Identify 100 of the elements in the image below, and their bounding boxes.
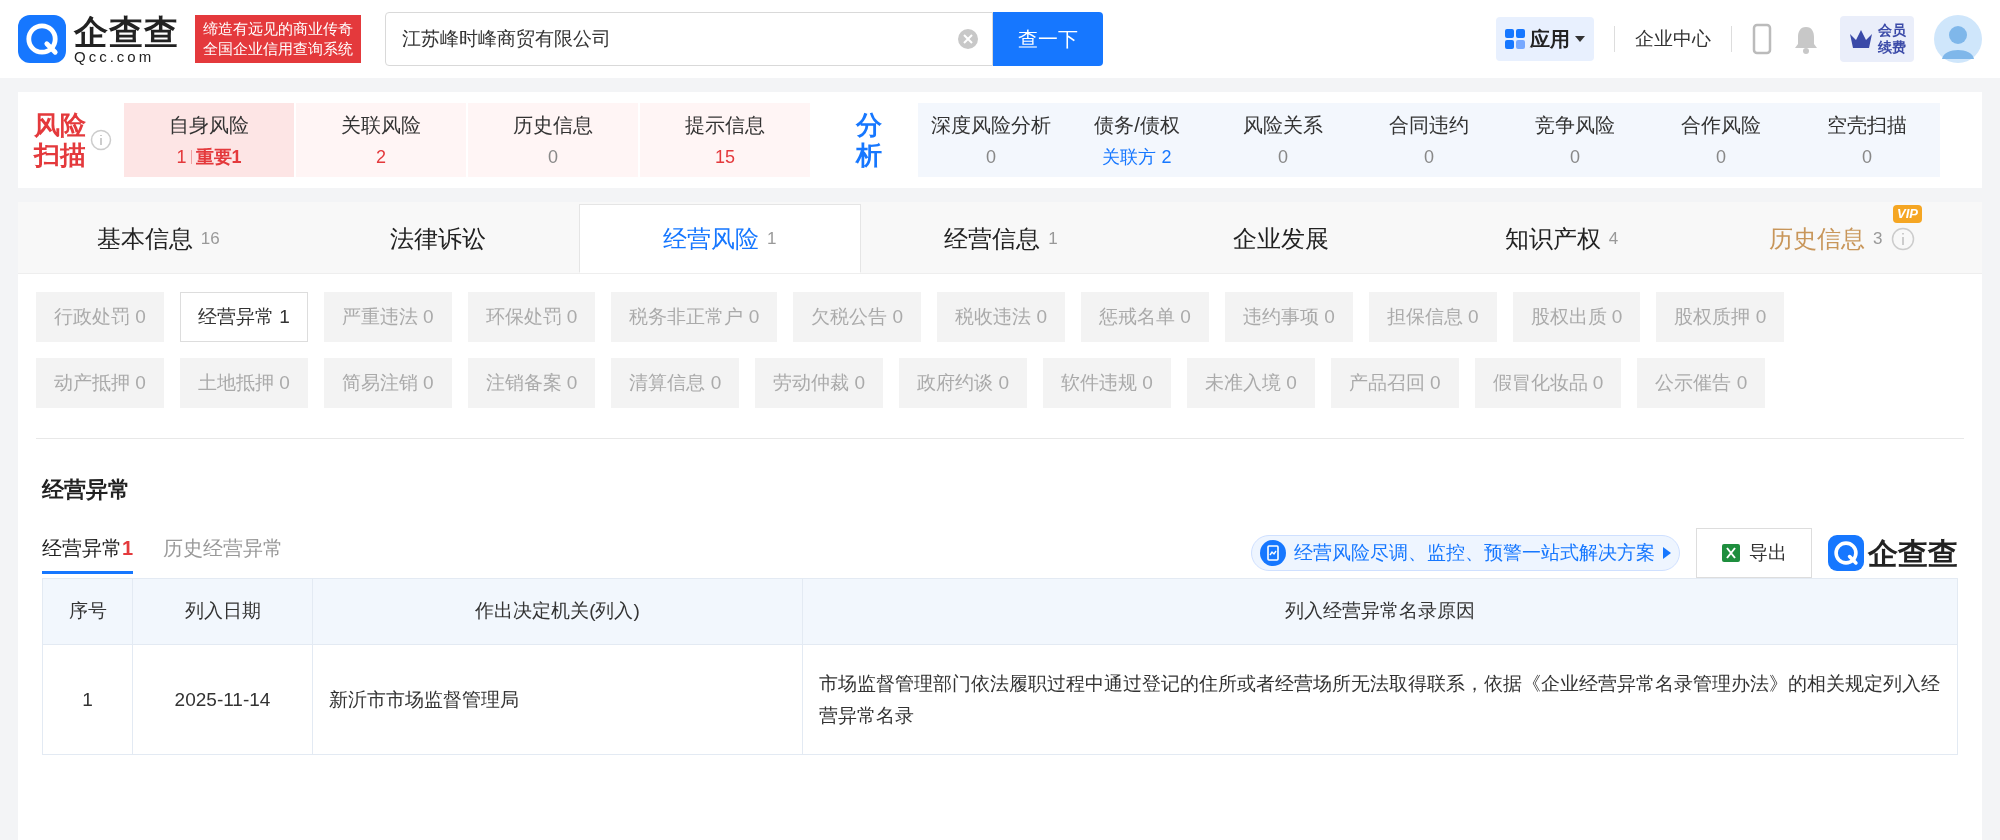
analysis-label: 合同违约 (1389, 112, 1469, 138)
analysis-value: 0 (1278, 145, 1288, 169)
filter-chip[interactable]: 税务非正常户 0 (611, 292, 778, 342)
slogan-text: 缔造有远见的商业传奇 (202, 19, 353, 39)
info-icon[interactable] (90, 129, 112, 151)
filter-chip[interactable]: 严重违法 0 (323, 292, 452, 342)
logo-domain: Qcc.com (74, 48, 156, 64)
promo-link[interactable]: 经营风险尽调、监控、预警一站式解决方案 (1251, 535, 1680, 571)
risk-item[interactable]: 自身风险 1 重要1 (124, 103, 294, 177)
filter-chip[interactable]: 产品召回 0 (1330, 358, 1459, 408)
enterprise-center-link[interactable]: 企业中心 (1635, 24, 1711, 54)
main-tab[interactable]: 基本信息 16 (18, 204, 299, 273)
member-text: 会员 (1878, 22, 1906, 39)
risk-label: 自身风险 (169, 112, 249, 138)
column-header: 列入经营异常名录原因 (802, 578, 1958, 645)
analysis-label: 债务/债权 (1094, 112, 1180, 138)
filter-chip[interactable]: 环保处罚 0 (467, 292, 596, 342)
filter-chip[interactable]: 简易注销 0 (323, 358, 452, 408)
filter-chip[interactable]: 注销备案 0 (467, 358, 596, 408)
section-title: 经营异常 (42, 476, 130, 504)
main-tab[interactable]: 法律诉讼 (298, 204, 579, 273)
column-header: 序号 (42, 578, 133, 645)
analysis-value: 0 (1716, 145, 1726, 169)
main-tab[interactable]: 经营信息 1 (860, 204, 1142, 273)
analysis-label: 风险关系 (1243, 112, 1323, 138)
risk-label: 关联风险 (341, 112, 421, 138)
filter-chip[interactable]: 惩戒名单 0 (1081, 292, 1209, 342)
filter-chip[interactable]: 股权质押 0 (1656, 292, 1785, 342)
risk-scan-title: 风险 (34, 110, 86, 140)
info-icon[interactable] (1890, 226, 1915, 251)
member-text: 续费 (1878, 39, 1906, 56)
filter-chip[interactable]: 清算信息 0 (611, 358, 740, 408)
filter-chip[interactable]: 土地抵押 0 (179, 358, 308, 408)
spreadsheet-icon (1721, 543, 1741, 563)
filter-chip[interactable]: 行政处罚 0 (36, 292, 164, 342)
main-tab[interactable]: 知识产权 4 (1421, 204, 1702, 273)
analysis-item[interactable]: 竞争风险 0 (1502, 103, 1648, 177)
vip-badge: VIP (1893, 205, 1922, 223)
analysis-item[interactable]: 深度风险分析 0 (918, 103, 1064, 177)
risk-value: 1 (176, 145, 187, 169)
analysis-item[interactable]: 债务/债权 关联方 2 (1064, 103, 1210, 177)
search-button[interactable]: 查一下 (992, 12, 1103, 66)
filter-chip[interactable]: 劳动仲裁 0 (755, 358, 884, 408)
filter-chip[interactable]: 软件违规 0 (1043, 358, 1171, 408)
member-badge[interactable]: 会员 续费 (1840, 16, 1914, 62)
filter-chip[interactable]: 动产抵押 0 (36, 358, 164, 408)
analysis-label: 深度风险分析 (931, 112, 1051, 138)
caret-icon (1574, 35, 1586, 43)
slogan-text: 全国企业信用查询系统 (202, 39, 353, 59)
risk-important: 重要1 (195, 145, 242, 169)
analysis-item[interactable]: 空壳扫描 0 (1794, 103, 1940, 177)
risk-item[interactable]: 关联风险 2 (296, 103, 466, 177)
report-icon (1260, 540, 1286, 566)
logo-icon (1828, 535, 1864, 571)
logo-text: 企查查 (74, 14, 179, 49)
analysis-label: 竞争风险 (1535, 112, 1615, 138)
filter-chip[interactable]: 政府约谈 0 (899, 358, 1027, 408)
analysis-title: 分 (856, 110, 882, 140)
export-button[interactable]: 导出 (1696, 528, 1812, 578)
risk-value: 0 (548, 145, 558, 169)
table-cell: 2025-11-14 (132, 644, 313, 755)
filter-chip[interactable]: 欠税公告 0 (793, 292, 922, 342)
bell-icon[interactable] (1792, 24, 1820, 54)
analysis-value: 0 (1570, 145, 1580, 169)
analysis-label: 空壳扫描 (1827, 112, 1907, 138)
avatar-icon[interactable] (1934, 15, 1982, 63)
apps-button[interactable]: 应用 (1496, 17, 1594, 61)
sub-tab[interactable]: 经营异常1 (42, 532, 134, 574)
clear-icon[interactable] (956, 28, 979, 50)
logo-icon (18, 15, 66, 63)
analysis-item[interactable]: 合作风险 0 (1648, 103, 1794, 177)
risk-value: 2 (376, 145, 386, 169)
filter-chip[interactable]: 公示催告 0 (1637, 358, 1766, 408)
risk-scan-title: 扫描 (34, 140, 86, 170)
phone-icon[interactable] (1752, 23, 1772, 55)
risk-label: 提示信息 (685, 112, 765, 138)
sub-tab[interactable]: 历史经营异常 (163, 532, 284, 574)
play-icon (1663, 547, 1671, 559)
table-cell: 新沂市市场监督管理局 (312, 644, 803, 755)
filter-chip[interactable]: 未准入境 0 (1186, 358, 1315, 408)
filter-chip[interactable]: 股权出质 0 (1512, 292, 1641, 342)
risk-item[interactable]: 提示信息 15 (640, 103, 810, 177)
risk-label: 历史信息 (513, 112, 593, 138)
main-tab[interactable]: 经营风险 1 (578, 204, 861, 273)
filter-chip[interactable]: 违约事项 0 (1224, 292, 1353, 342)
risk-item[interactable]: 历史信息 0 (468, 103, 638, 177)
table-cell: 1 (42, 644, 133, 755)
main-tab[interactable]: 历史信息 3 VIP (1701, 204, 1982, 273)
analysis-title: 析 (856, 140, 882, 170)
filter-chip[interactable]: 担保信息 0 (1368, 292, 1497, 342)
column-header: 列入日期 (132, 578, 313, 645)
analysis-item[interactable]: 风险关系 0 (1210, 103, 1356, 177)
table-cell: 市场监督管理部门依法履职过程中通过登记的住所或者经营场所无法取得联系，依据《企业经营异常名录管理办法》的相关规定列入经营异常名录 (802, 644, 1958, 755)
search-field[interactable]: 江苏峰时峰商贸有限公司 (384, 12, 993, 66)
filter-chip[interactable]: 经营异常 1 (179, 292, 308, 342)
filter-chip[interactable]: 假冒化妆品 0 (1474, 358, 1622, 408)
analysis-item[interactable]: 合同违约 0 (1356, 103, 1502, 177)
analysis-value: 关联方 2 (1102, 145, 1172, 169)
main-tab[interactable]: 企业发展 (1141, 204, 1422, 273)
filter-chip[interactable]: 税收违法 0 (937, 292, 1065, 342)
